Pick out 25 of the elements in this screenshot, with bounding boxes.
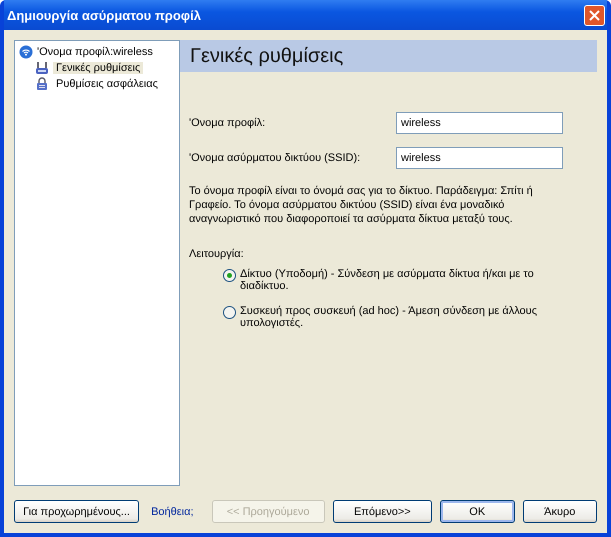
wireless-icon bbox=[19, 45, 33, 59]
field-label: 'Ονομα ασύρματου δικτύου (SSID): bbox=[189, 152, 360, 164]
dialog-button[interactable]: Άκυρο bbox=[522, 500, 597, 523]
radio-label[interactable]: Δίκτυο (Υποδομή) - Σύνδεση με ασύρματα δίκτυα ή/και με το διαδίκτυο. bbox=[240, 268, 563, 292]
close-icon bbox=[589, 10, 600, 20]
close-button[interactable] bbox=[584, 4, 605, 26]
help-link[interactable]: Βοήθεια; bbox=[151, 506, 194, 518]
radio-button[interactable] bbox=[223, 306, 236, 319]
radio-label[interactable]: Συσκευή προς συσκευή (ad hoc) - Άμεση σύνδεση με άλλους υπολογιστές. bbox=[240, 305, 563, 329]
tree-item[interactable]: 'Ονομα προφίλ:wireless bbox=[37, 46, 153, 58]
field-label: 'Ονομα προφίλ: bbox=[189, 117, 266, 129]
window-title: Δημιουργία ασύρματου προφίλ bbox=[7, 8, 201, 22]
advanced-button[interactable]: Για προχωρημένους... bbox=[14, 500, 140, 523]
lock-icon bbox=[35, 77, 49, 91]
radio-button[interactable] bbox=[223, 269, 236, 282]
description-text: Το όνομα προφίλ είναι το όνομά σας για το δίκτυο. Παράδειγμα: Σπίτι ή Γραφείο. Το όνομα ασύρματου δικτύου (SSID) είναι ένα μοναδικό αναγνωριστικό που διαφοροποιεί τα ασύρματα δίκτυα μεταξύ τους. bbox=[189, 184, 534, 226]
tree-item[interactable]: Ρυθμίσεις ασφάλειας bbox=[53, 78, 161, 90]
text-field[interactable]: wireless bbox=[396, 147, 563, 169]
dialog-button[interactable]: Επόμενο>> bbox=[332, 500, 432, 523]
router-icon bbox=[35, 61, 49, 75]
mode-label: Λειτουργία: bbox=[189, 248, 245, 260]
section-heading: Γενικές ρυθμίσεις bbox=[180, 40, 597, 72]
text-field[interactable]: wireless bbox=[396, 112, 563, 134]
tree-item[interactable]: Γενικές ρυθμίσεις bbox=[53, 62, 144, 74]
dialog-button[interactable]: OK bbox=[440, 500, 514, 523]
